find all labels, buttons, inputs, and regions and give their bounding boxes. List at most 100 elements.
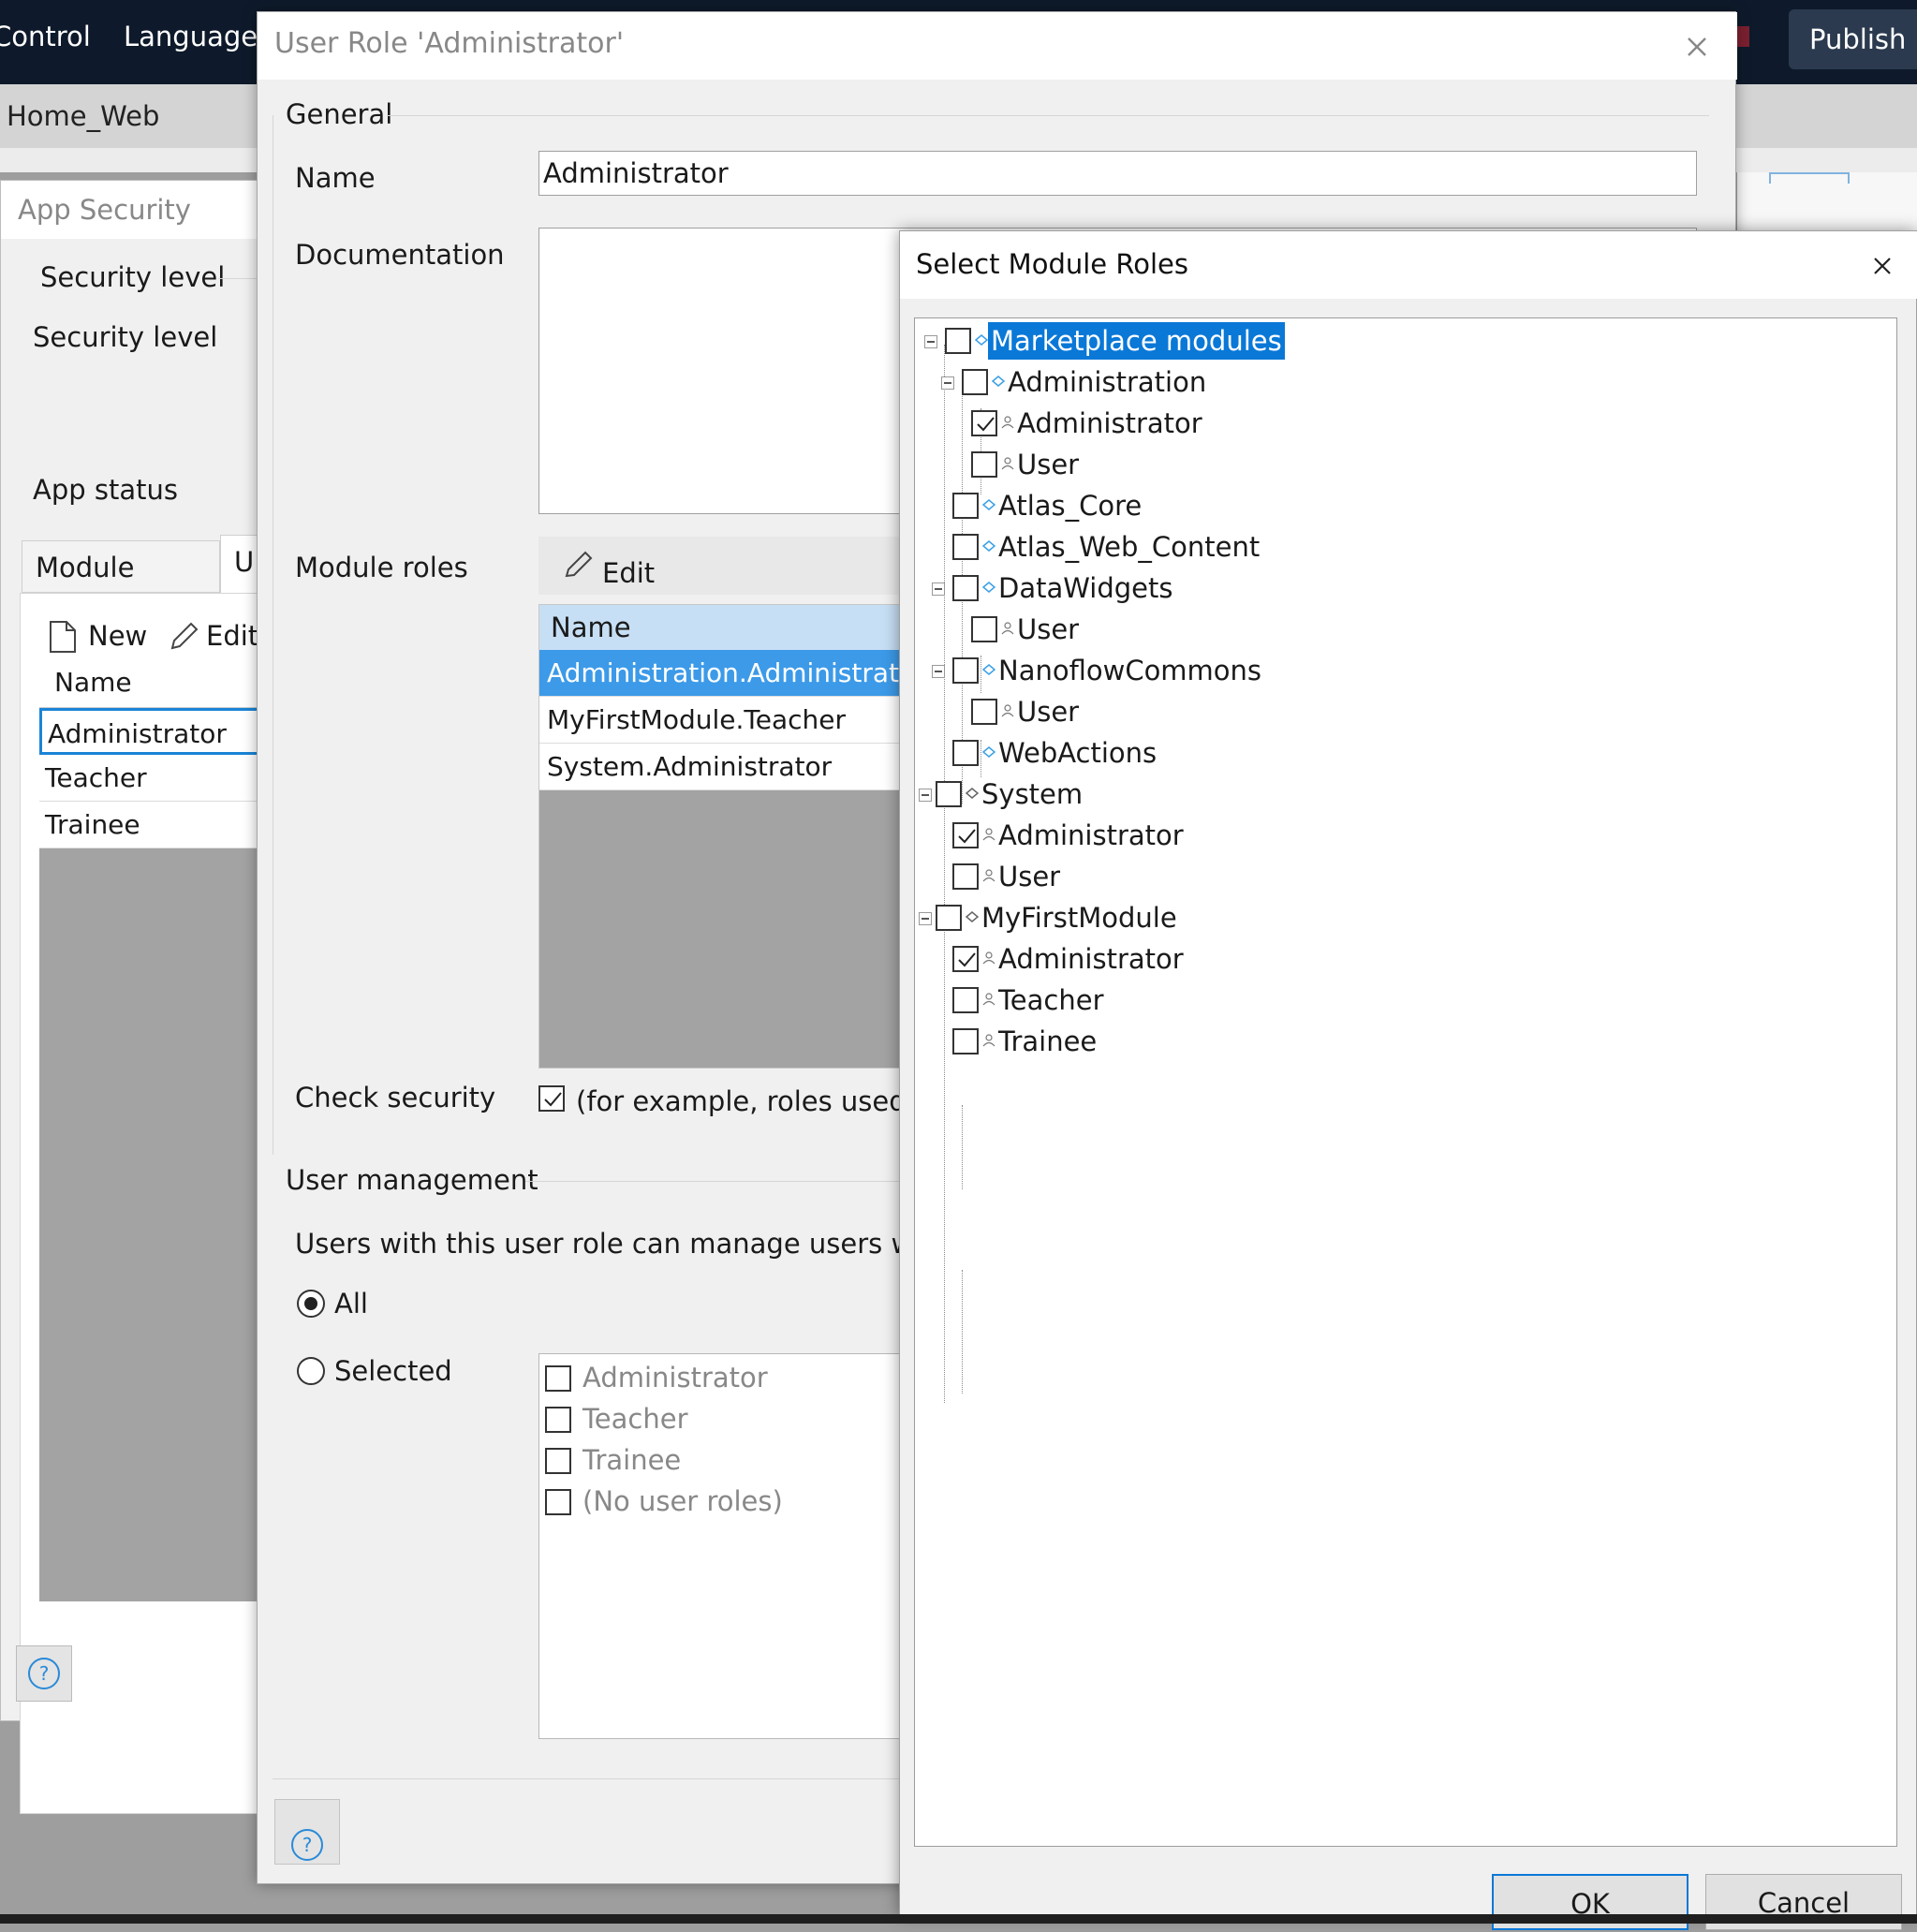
role-checkbox[interactable] <box>545 1365 571 1392</box>
check-security-label: Check security <box>295 1082 496 1113</box>
user-role-icon <box>1001 622 1014 635</box>
tree-node-label: Administrator <box>1017 407 1202 439</box>
menu-control[interactable]: Control <box>0 21 91 52</box>
tree-checkbox-checked[interactable] <box>971 410 997 436</box>
user-roles-pane: New Edit Name Administrator Teacher Trai… <box>20 593 273 1814</box>
table-row[interactable]: Trainee <box>39 802 273 848</box>
radio-selected[interactable] <box>297 1357 325 1385</box>
tree-checkbox[interactable] <box>952 657 979 684</box>
tree-checkbox[interactable] <box>952 534 979 560</box>
module-icon <box>982 499 995 510</box>
select-module-roles-dialog: Select Module Roles Marketplace modules … <box>899 230 1917 1930</box>
role-checkbox[interactable] <box>545 1407 571 1433</box>
tree-node-label: MyFirstModule <box>981 902 1177 934</box>
tree-node-label: Administration <box>1008 366 1207 398</box>
user-role-icon <box>1001 457 1014 470</box>
tree-node-label: Marketplace modules <box>988 322 1285 360</box>
user-role-icon <box>982 869 995 882</box>
tree-guide <box>962 1105 963 1189</box>
document-tab[interactable]: Home_Web [MyFirst <box>0 84 258 196</box>
close-button[interactable] <box>1681 31 1713 63</box>
help-button[interactable]: ? <box>274 1799 340 1865</box>
tree-node-label: Trainee <box>998 1025 1098 1057</box>
list-item-label: (No user roles) <box>582 1485 783 1517</box>
module-icon <box>982 664 995 675</box>
app-status-label: App status <box>33 474 178 506</box>
radio-all-label: All <box>334 1288 368 1320</box>
module-roles-label: Module roles <box>295 552 468 583</box>
app-security-window: App Security Security level Security lev… <box>0 180 276 1814</box>
tree-checkbox[interactable] <box>971 616 997 642</box>
tree-checkbox[interactable] <box>952 863 979 890</box>
panel-tab-indicator <box>1769 172 1850 184</box>
collapse-icon[interactable] <box>924 335 937 348</box>
security-level-group: Security level <box>40 261 226 293</box>
tree-checkbox-checked[interactable] <box>952 946 979 972</box>
help-button[interactable]: ? <box>16 1645 72 1702</box>
edit-module-roles-button[interactable]: Edit <box>563 550 655 589</box>
user-role-icon <box>1001 416 1014 429</box>
collapse-icon[interactable] <box>941 376 954 390</box>
close-icon <box>1688 37 1706 56</box>
tree-node-label: WebActions <box>998 737 1158 769</box>
checkmark-icon <box>977 417 995 432</box>
role-checkbox[interactable] <box>545 1489 571 1515</box>
edit-label: Edit <box>602 557 656 589</box>
name-field[interactable]: Administrator <box>538 151 1697 196</box>
list-item-label: Administrator <box>582 1362 768 1394</box>
module-roles-tree: Marketplace modules Administration Admin… <box>914 317 1897 1847</box>
group-divider <box>387 115 1709 116</box>
tree-checkbox[interactable] <box>952 1028 979 1054</box>
role-checkbox[interactable] <box>545 1448 571 1474</box>
radio-selected-label: Selected <box>334 1355 452 1387</box>
tree-checkbox[interactable] <box>936 781 962 807</box>
edit-button[interactable]: Edit <box>167 620 258 654</box>
tree-checkbox[interactable] <box>952 740 979 766</box>
table-row[interactable]: Teacher <box>39 755 273 802</box>
tree-checkbox[interactable] <box>952 493 979 519</box>
check-security-checkbox[interactable] <box>538 1085 565 1112</box>
new-button[interactable]: New <box>49 620 147 654</box>
tree-node-label: User <box>998 861 1061 892</box>
status-bar <box>0 1914 1917 1924</box>
checkmark-icon <box>958 952 976 967</box>
general-group-label: General <box>286 98 393 130</box>
security-level-label: Security level <box>33 321 218 353</box>
tree-checkbox[interactable] <box>971 699 997 725</box>
tree-checkbox[interactable] <box>952 987 979 1013</box>
publish-button[interactable]: Publish <box>1789 9 1917 69</box>
new-label: New <box>88 620 148 652</box>
checkmark-icon <box>958 829 976 844</box>
grid-header-name[interactable]: Name <box>39 659 273 708</box>
user-role-icon <box>982 828 995 841</box>
collapse-icon[interactable] <box>932 583 945 596</box>
check-security-text: (for example, roles used fo <box>576 1085 941 1117</box>
tree-checkbox[interactable] <box>945 328 971 354</box>
menu-language[interactable]: Language <box>124 21 258 52</box>
tree-node-label: NanoflowCommons <box>998 655 1262 686</box>
radio-all[interactable] <box>297 1290 325 1318</box>
user-role-icon <box>982 993 995 1006</box>
collapse-icon[interactable] <box>919 912 932 925</box>
user-role-icon <box>982 951 995 965</box>
pencil-icon <box>565 551 593 578</box>
help-icon: ? <box>28 1658 60 1689</box>
collapse-icon[interactable] <box>919 789 932 802</box>
table-row[interactable]: Administrator <box>39 708 273 755</box>
tree-guide <box>962 1270 963 1394</box>
close-button[interactable] <box>1868 252 1896 280</box>
tree-checkbox[interactable] <box>952 575 979 601</box>
tree-checkbox-checked[interactable] <box>952 822 979 848</box>
help-icon: ? <box>291 1829 323 1861</box>
collapse-icon[interactable] <box>932 665 945 678</box>
module-icon <box>982 540 995 552</box>
radio-selected-dot <box>304 1297 317 1310</box>
user-management-group-label: User management <box>286 1164 538 1196</box>
tree-checkbox[interactable] <box>962 369 988 395</box>
tab-module-status[interactable]: Module status <box>22 540 220 636</box>
dialog-title: User Role 'Administrator' <box>274 27 625 60</box>
tree-checkbox[interactable] <box>971 451 997 478</box>
documentation-label: Documentation <box>295 239 505 271</box>
dialog-titlebar: Select Module Roles <box>900 231 1917 299</box>
tree-checkbox[interactable] <box>936 905 962 931</box>
